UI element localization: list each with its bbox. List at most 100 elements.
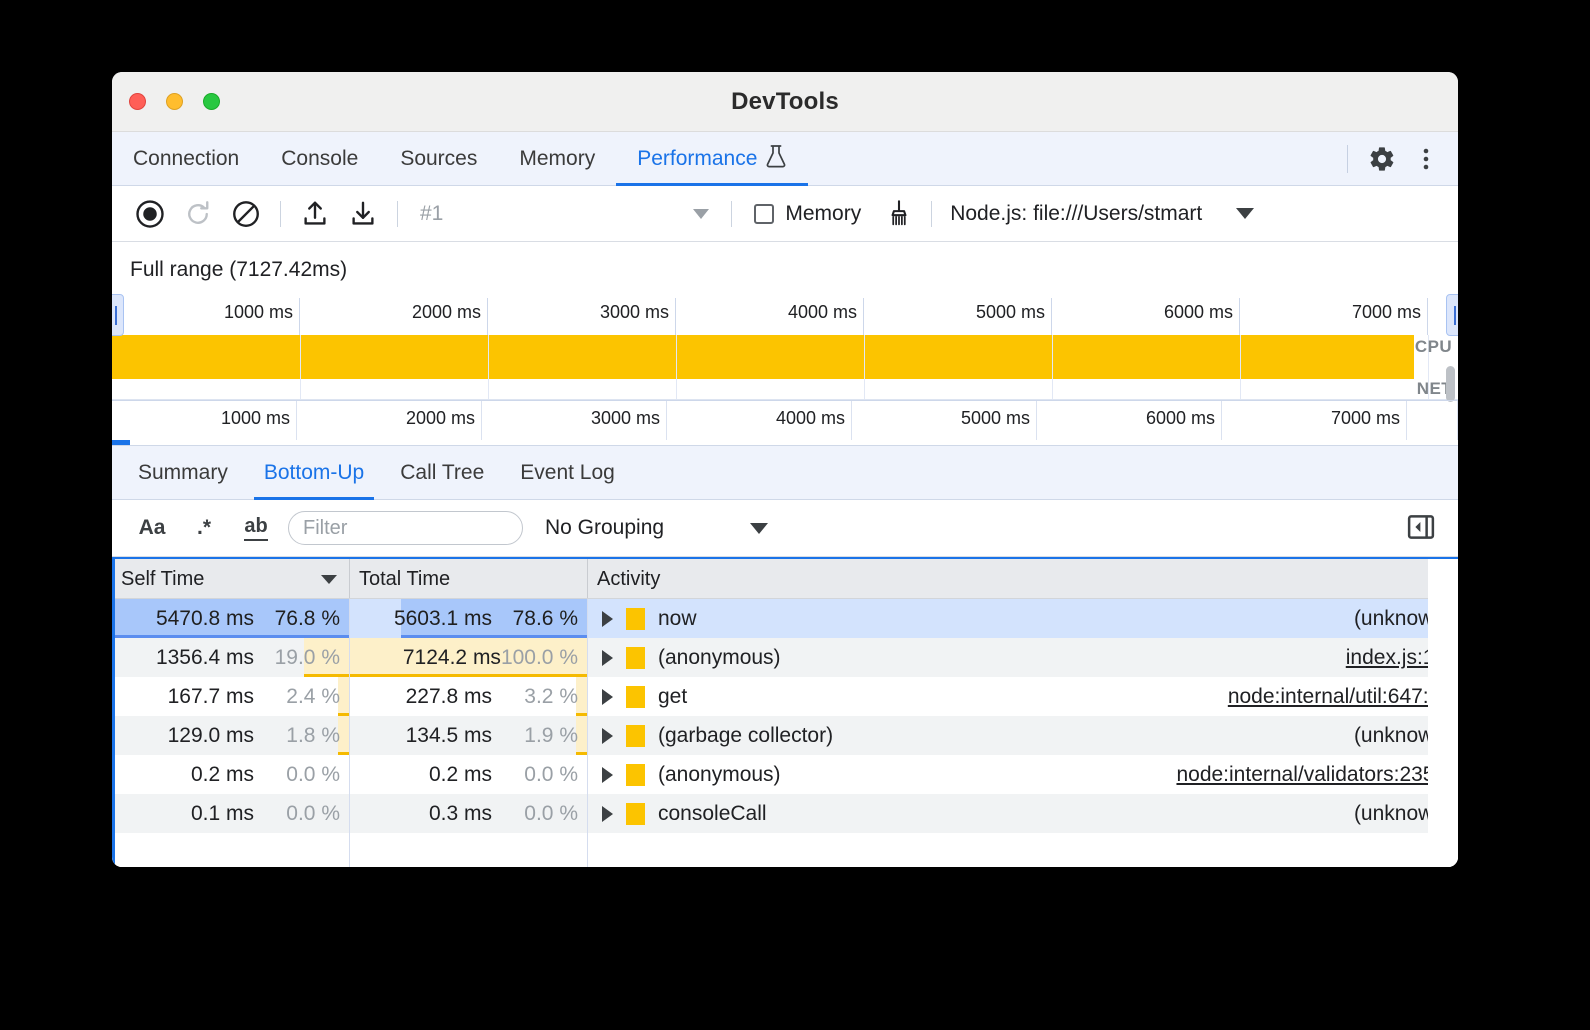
chevron-down-icon[interactable]: [693, 209, 709, 219]
total-time-value: 0.3 ms: [429, 802, 492, 826]
selection-handle-right[interactable]: [1446, 294, 1458, 336]
total-time-value: 134.5 ms: [406, 724, 492, 748]
self-time-cell: 129.0 ms 1.8 %: [112, 716, 349, 755]
self-time-cell: 1356.4 ms 19.0 %: [112, 638, 349, 677]
tick-label: 2000 ms: [406, 408, 475, 429]
memory-checkbox-group[interactable]: Memory: [754, 202, 861, 226]
self-time-cell: 0.2 ms 0.0 %: [112, 755, 349, 794]
total-time-percent: 100.0 %: [501, 646, 578, 670]
subtab-label: Summary: [138, 461, 228, 485]
activity-color-swatch: [626, 647, 645, 669]
tab-console[interactable]: Console: [260, 132, 379, 185]
subtab-label: Bottom-Up: [264, 461, 364, 485]
total-time-percent: 78.6 %: [504, 607, 578, 631]
column-header-self-time[interactable]: Self Time: [112, 559, 350, 598]
chevron-down-icon[interactable]: [750, 523, 768, 534]
table-row[interactable]: 5470.8 ms 76.8 % 5603.1 ms 78.6 % now (u…: [112, 599, 1458, 638]
title-bar: DevTools: [112, 72, 1458, 132]
target-selector-label[interactable]: Node.js: file:///Users/stmart: [950, 202, 1202, 226]
tab-label: Connection: [133, 147, 239, 171]
filter-toolbar: Aa .* ab No Grouping: [112, 500, 1458, 557]
column-header-activity[interactable]: Activity: [588, 559, 1458, 598]
tick-label: 6000 ms: [1146, 408, 1215, 429]
reload-icon[interactable]: [174, 192, 222, 236]
grouping-select-label[interactable]: No Grouping: [545, 516, 664, 540]
expand-arrow-icon[interactable]: [602, 650, 613, 666]
timeline-overview: Full range (7127.42ms) 1000 ms 2000 ms 3…: [112, 242, 1458, 445]
broom-icon[interactable]: [875, 192, 923, 236]
collapse-sidebar-icon[interactable]: [1406, 512, 1436, 542]
tick-label: 7000 ms: [1331, 408, 1400, 429]
tab-memory[interactable]: Memory: [498, 132, 616, 185]
table-row[interactable]: 129.0 ms 1.8 % 134.5 ms 1.9 % (garbage c…: [112, 716, 1458, 755]
activity-source-link[interactable]: node:internal/validators:235:3: [1176, 763, 1454, 787]
tab-summary[interactable]: Summary: [120, 446, 246, 499]
table-row[interactable]: 0.2 ms 0.0 % 0.2 ms 0.0 % (anonymous) no…: [112, 755, 1458, 794]
record-circle-icon[interactable]: [126, 192, 174, 236]
upload-arrow-icon[interactable]: [291, 192, 339, 236]
sort-desc-icon: [321, 575, 337, 584]
self-time-percent: 1.8 %: [266, 724, 340, 748]
overview-tracks[interactable]: CPU NET: [112, 335, 1458, 400]
total-time-value: 5603.1 ms: [394, 607, 492, 631]
tab-connection[interactable]: Connection: [112, 132, 260, 185]
activity-color-swatch: [626, 803, 645, 825]
total-time-cell: 134.5 ms 1.9 %: [350, 716, 587, 755]
regex-icon[interactable]: .*: [178, 506, 230, 550]
tab-call-tree[interactable]: Call Tree: [382, 446, 502, 499]
memory-checkbox[interactable]: [754, 204, 774, 224]
devtools-window: DevTools Connection Console Sources Memo…: [112, 72, 1458, 867]
total-time-cell: 0.3 ms 0.0 %: [350, 794, 587, 833]
table-row[interactable]: 0.1 ms 0.0 % 0.3 ms 0.0 % consoleCall (u…: [112, 794, 1458, 833]
flask-icon: [765, 144, 787, 174]
tab-bottom-up[interactable]: Bottom-Up: [246, 446, 382, 499]
tab-sources[interactable]: Sources: [379, 132, 498, 185]
tab-event-log[interactable]: Event Log: [502, 446, 633, 499]
self-time-value: 0.2 ms: [191, 763, 254, 787]
self-time-value: 129.0 ms: [168, 724, 254, 748]
expand-arrow-icon[interactable]: [602, 806, 613, 822]
activity-name: get: [658, 685, 687, 709]
table-row[interactable]: 1356.4 ms 19.0 % 7124.2 ms 100.0 % (anon…: [112, 638, 1458, 677]
tick-label: 3000 ms: [600, 302, 669, 323]
tab-label: Memory: [519, 147, 595, 171]
table-row[interactable]: 167.7 ms 2.4 % 227.8 ms 3.2 % get node:i…: [112, 677, 1458, 716]
activity-source-link[interactable]: node:internal/util:647:17: [1228, 685, 1454, 709]
expand-arrow-icon[interactable]: [602, 728, 613, 744]
activity-name: consoleCall: [658, 802, 767, 826]
bottom-up-table: Self Time Total Time Activity 5470.8 ms …: [112, 557, 1458, 867]
tick-label: 1000 ms: [224, 302, 293, 323]
whole-word-icon[interactable]: ab: [230, 506, 282, 550]
overview-scrollbar[interactable]: [1446, 366, 1455, 402]
self-time-value: 5470.8 ms: [156, 607, 254, 631]
ruler-top: 1000 ms 2000 ms 3000 ms 4000 ms 5000 ms …: [112, 298, 1458, 335]
column-header-total-time[interactable]: Total Time: [350, 559, 588, 598]
chevron-down-icon[interactable]: [1236, 208, 1254, 219]
selection-handle-left[interactable]: [112, 294, 124, 336]
total-time-percent: 0.0 %: [504, 802, 578, 826]
divider: [931, 201, 932, 227]
self-time-percent: 76.8 %: [266, 607, 340, 631]
filter-input[interactable]: [288, 511, 523, 545]
activity-color-swatch: [626, 725, 645, 747]
tick-label: 4000 ms: [788, 302, 857, 323]
expand-arrow-icon[interactable]: [602, 767, 613, 783]
self-time-percent: 2.4 %: [266, 685, 340, 709]
tab-label: Console: [281, 147, 358, 171]
clear-no-entry-icon[interactable]: [222, 192, 270, 236]
divider: [280, 201, 281, 227]
match-case-icon[interactable]: Aa: [126, 506, 178, 550]
expand-arrow-icon[interactable]: [602, 611, 613, 627]
total-time-cell: 7124.2 ms 100.0 %: [350, 638, 587, 677]
activity-name: (garbage collector): [658, 724, 833, 748]
cpu-activity-band: [112, 335, 1414, 379]
gear-icon[interactable]: [1362, 139, 1402, 179]
session-selector-label[interactable]: #1: [420, 202, 443, 226]
download-arrow-icon[interactable]: [339, 192, 387, 236]
more-vertical-icon[interactable]: [1406, 139, 1446, 179]
tab-performance[interactable]: Performance: [616, 132, 808, 185]
self-time-value: 0.1 ms: [191, 802, 254, 826]
self-time-value: 1356.4 ms: [156, 646, 254, 670]
expand-arrow-icon[interactable]: [602, 689, 613, 705]
self-time-value: 167.7 ms: [168, 685, 254, 709]
